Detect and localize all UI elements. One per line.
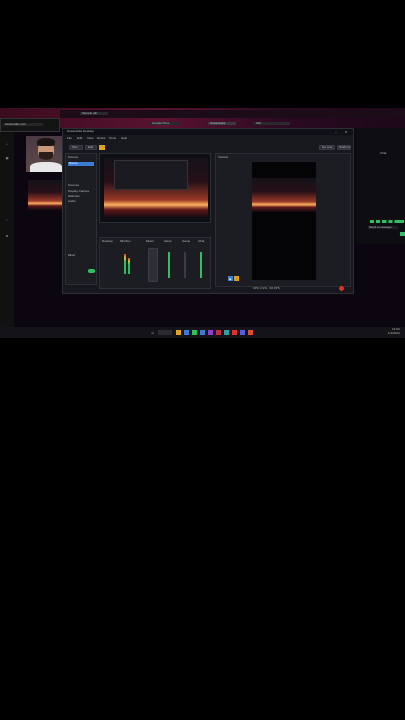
scene-item[interactable]: Scene — [68, 162, 94, 166]
window-titlebar: Streamlabs Desktop – ✕ — [63, 129, 353, 135]
left-mini-preview — [28, 180, 64, 210]
nested-window — [114, 160, 188, 190]
tab-2[interactable]: Google Drive — [150, 122, 180, 126]
window-title: Streamlabs Desktop — [67, 130, 95, 133]
scenes-header: Scenes — [68, 156, 79, 159]
source-item-2[interactable]: Webcam — [68, 195, 94, 198]
vertical-label: Vertical — [218, 156, 228, 159]
sidebar-item-mixer[interactable]: ♪ — [2, 216, 12, 224]
channel-1-label: Desktop — [102, 240, 114, 243]
taskbar-app-4-icon[interactable] — [200, 330, 205, 335]
menu-bar: File Edit View Docks Tools Help — [63, 137, 353, 142]
meter-2 — [128, 258, 130, 274]
edit-button[interactable]: Edit — [85, 145, 97, 150]
tab-1[interactable]: Sample tab — [80, 112, 108, 116]
taskbar-time: 12:00 — [392, 328, 400, 331]
taskbar-date: 1/1/2024 — [388, 332, 400, 335]
channel-6-label: Chat — [198, 240, 205, 243]
highlight-button[interactable] — [99, 145, 105, 150]
status-bar-text: CPU 3.2% · 60 FPS — [253, 287, 280, 290]
menu-view[interactable]: View — [87, 137, 95, 140]
small-browser-window: streamlabs.com — [0, 118, 60, 132]
taskbar-app-6-icon[interactable] — [216, 330, 221, 335]
source-item-3[interactable]: Audio — [68, 200, 94, 203]
taskbar-search[interactable] — [158, 330, 172, 335]
sidebar-item-settings[interactable]: ⚙ — [2, 232, 12, 240]
vertical-preview-image — [252, 178, 316, 212]
sources-header: Sources — [68, 184, 80, 187]
source-item-1[interactable]: Display Capture — [68, 190, 94, 193]
green-toggle[interactable] — [88, 269, 95, 273]
webcam-feed — [26, 136, 66, 172]
fader-slot-1[interactable] — [148, 248, 158, 282]
person-shirt — [30, 162, 62, 172]
menu-help[interactable]: Help — [121, 137, 129, 140]
sidebar-item-scenes[interactable]: ▦ — [2, 154, 12, 162]
sidebar-item-home[interactable]: ⌂ — [2, 140, 12, 148]
scenes-dock: Scenes Scene Sources Display Capture Web… — [65, 153, 97, 285]
meter-1 — [124, 254, 126, 274]
start-icon[interactable]: ⊞ — [150, 330, 155, 335]
close-icon[interactable]: ✕ — [343, 129, 349, 135]
address-bar[interactable]: streamlabs.com — [3, 123, 43, 127]
mixer-header: Mixer — [68, 254, 76, 257]
taskbar-app-2-icon[interactable] — [184, 330, 189, 335]
go-live-button[interactable]: Go Live — [319, 145, 335, 150]
channel-3-label: Music — [146, 240, 154, 243]
editor-canvas — [99, 153, 211, 223]
taskbar-app-9-icon[interactable] — [240, 330, 245, 335]
studio-mode-button[interactable]: Studio Mode — [337, 145, 351, 150]
chat-panel: Chat Send a message — [356, 128, 405, 244]
tab-3[interactable]: Streamlabs — [208, 122, 236, 126]
menu-tools[interactable]: Tools — [109, 137, 119, 140]
menu-file[interactable]: File — [67, 137, 75, 140]
taskbar: ⊞ 12:00 1/1/2024 — [0, 327, 405, 338]
chat-emote-row — [370, 220, 404, 223]
channel-4-label: Alerts — [164, 240, 172, 243]
chat-header: Chat — [380, 152, 387, 155]
warning-icon[interactable]: ! — [234, 276, 239, 281]
channel-5-label: Game — [182, 240, 191, 243]
menu-edit[interactable]: Edit — [77, 137, 85, 140]
fader-4[interactable] — [200, 252, 202, 278]
taskbar-app-3-icon[interactable] — [192, 330, 197, 335]
vertical-canvas — [252, 162, 316, 280]
taskbar-app-5-icon[interactable] — [208, 330, 213, 335]
taskbar-app-7-icon[interactable] — [224, 330, 229, 335]
person-hair — [37, 138, 55, 146]
play-icon[interactable]: ▶ — [228, 276, 233, 281]
browser-tab-strip: Sample tab Google Drive Streamlabs Tab — [60, 110, 405, 126]
person-beard — [39, 152, 53, 160]
vertical-panel: Vertical ▶ ! — [215, 153, 351, 287]
channel-2-label: Mic/Aux — [120, 240, 131, 243]
taskbar-app-8-icon[interactable] — [232, 330, 237, 335]
left-app-sidebar: ⌂ ▦ ♪ ⚙ — [0, 132, 14, 328]
tab-4[interactable]: Tab — [254, 122, 290, 126]
minimize-icon[interactable]: – — [333, 129, 339, 135]
fader-3[interactable] — [184, 252, 186, 278]
menu-docks[interactable]: Docks — [97, 137, 107, 140]
chat-send-button[interactable] — [400, 232, 405, 236]
record-icon[interactable] — [339, 286, 344, 291]
streamlabs-window: Streamlabs Desktop – ✕ File Edit View Do… — [62, 128, 354, 294]
taskbar-app-10-icon[interactable] — [248, 330, 253, 335]
test-button[interactable]: Test — [69, 145, 83, 150]
fader-2[interactable] — [168, 252, 170, 278]
taskbar-app-1-icon[interactable] — [176, 330, 181, 335]
chat-input[interactable]: Send a message — [368, 226, 398, 230]
mixer-panel: Desktop Mic/Aux Music Alerts Game Chat — [99, 237, 211, 289]
